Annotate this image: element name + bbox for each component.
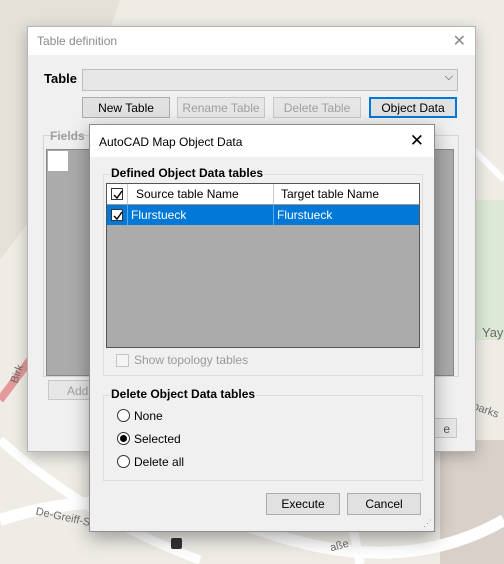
- radio-delete-all-label: Delete all: [134, 455, 185, 469]
- column-divider: [127, 205, 128, 225]
- radio-none-label: None: [134, 409, 163, 423]
- column-header-source[interactable]: Source table Name: [136, 187, 239, 201]
- fields-label: Fields: [50, 129, 85, 143]
- object-data-dialog: AutoCAD Map Object Data ✕ Defined Object…: [89, 124, 435, 532]
- object-data-button[interactable]: Object Data: [369, 97, 457, 118]
- column-header-target[interactable]: Target table Name: [281, 187, 379, 201]
- radio-delete-all[interactable]: [117, 455, 130, 468]
- show-topology-label: Show topology tables: [134, 353, 249, 367]
- map-label-yay: Yay: [482, 325, 504, 340]
- radio-selected-label: Selected: [134, 432, 181, 446]
- title-bar: AutoCAD Map Object Data ✕: [90, 125, 434, 157]
- rename-table-button[interactable]: Rename Table: [177, 97, 265, 118]
- column-divider: [273, 184, 274, 204]
- close-icon[interactable]: ✕: [453, 31, 466, 51]
- radio-none[interactable]: [117, 409, 130, 422]
- object-data-table[interactable]: Source table Name Target table Name Flur…: [106, 183, 420, 348]
- table-select[interactable]: ⌵: [82, 69, 458, 91]
- table-row[interactable]: Flurstueck Flurstueck: [107, 205, 419, 225]
- dialog-title: AutoCAD Map Object Data: [99, 135, 243, 149]
- close-icon[interactable]: ✕: [410, 131, 424, 151]
- table-header: Source table Name Target table Name: [107, 184, 419, 205]
- row-checkbox[interactable]: [111, 209, 123, 221]
- table-label: Table: [44, 71, 77, 86]
- delete-tables-group-title: Delete Object Data tables: [110, 387, 257, 401]
- show-topology-checkbox[interactable]: [116, 354, 129, 367]
- source-table-name: Flurstueck: [131, 208, 187, 222]
- defined-tables-group-title: Defined Object Data tables: [110, 166, 265, 180]
- delete-table-button[interactable]: Delete Table: [273, 97, 361, 118]
- resize-grip-icon[interactable]: ⋰: [423, 518, 432, 529]
- radio-selected[interactable]: [117, 432, 130, 445]
- column-divider: [127, 184, 128, 204]
- cancel-button[interactable]: Cancel: [347, 493, 421, 515]
- target-table-name: Flurstueck: [277, 208, 333, 222]
- dialog-title: Table definition: [37, 34, 118, 48]
- execute-button[interactable]: Execute: [266, 493, 340, 515]
- new-table-button[interactable]: New Table: [82, 97, 170, 118]
- grid-corner: [48, 151, 68, 171]
- title-bar: Table definition ✕: [28, 27, 475, 55]
- select-all-checkbox[interactable]: [111, 188, 123, 200]
- column-divider: [273, 205, 274, 225]
- chevron-down-icon: ⌵: [444, 71, 453, 83]
- bus-stop-icon: [171, 538, 182, 549]
